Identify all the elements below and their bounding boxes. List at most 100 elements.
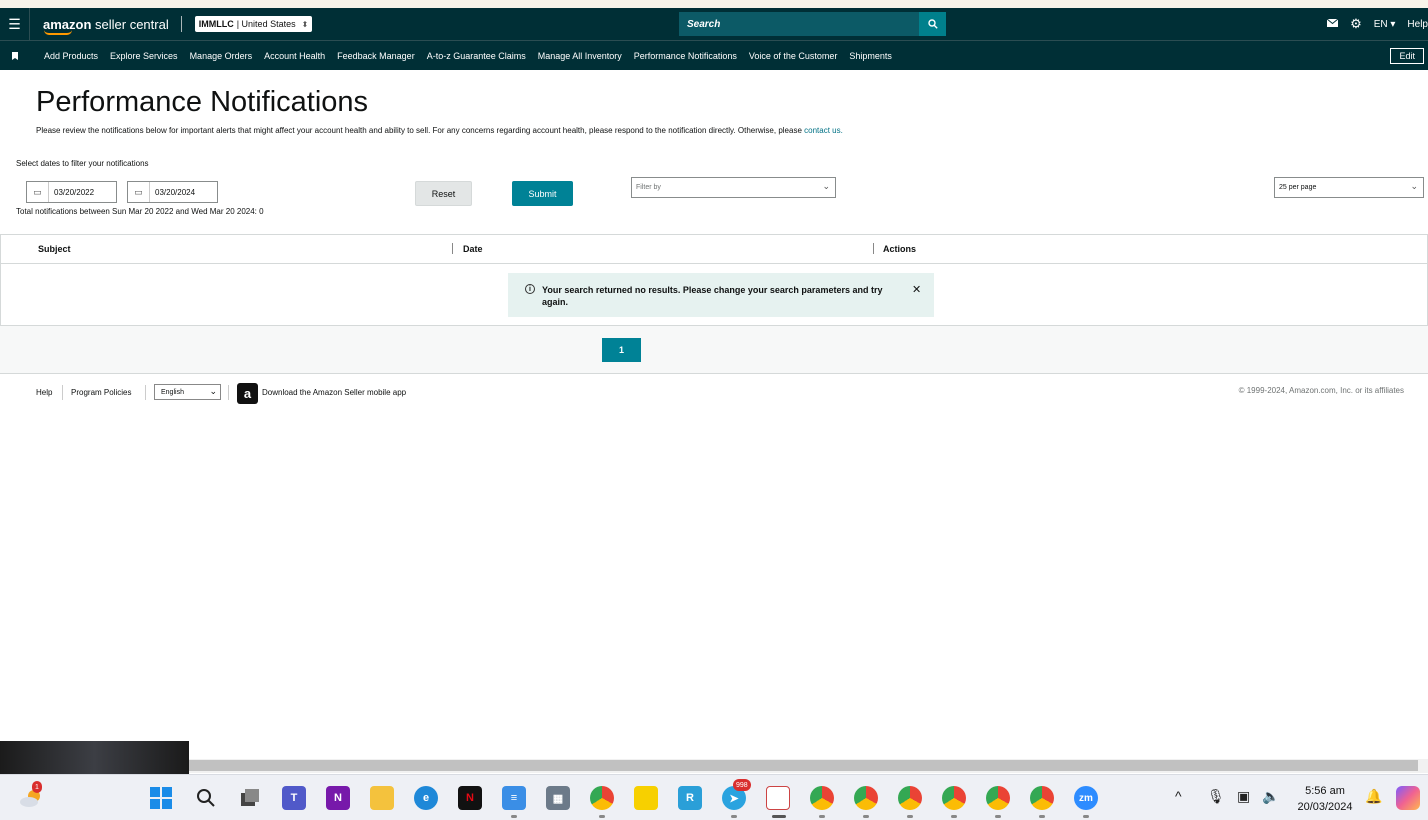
language-selector[interactable]: EN ▾ [1374, 19, 1396, 30]
pagination: 1 [0, 326, 1428, 374]
gear-icon[interactable]: ⚙ [1350, 16, 1362, 32]
page-button-current[interactable]: 1 [602, 338, 641, 362]
running-indicator [863, 815, 869, 818]
chrome-profile-icon[interactable] [810, 786, 834, 810]
horizontal-scrollbar[interactable] [189, 759, 1428, 773]
nav-voice-of-customer[interactable]: Voice of the Customer [749, 51, 838, 61]
account-switcher[interactable]: IMMLLC | United States ⬍ [194, 16, 313, 32]
reset-button[interactable]: Reset [415, 181, 472, 206]
chevron-up-icon[interactable]: ^ [1175, 788, 1182, 804]
app-r-icon[interactable]: R [678, 786, 702, 810]
windows-taskbar: 1 T N e N ≡ ▦ R ➤ 998 zm ^ 🎙 ▣ 🔈 5:56 am… [0, 774, 1428, 820]
bookmark-icon[interactable] [0, 51, 30, 60]
footer-app-link[interactable]: Download the Amazon Seller mobile app [262, 388, 406, 397]
help-link[interactable]: Help [1407, 19, 1428, 30]
filter-by-select[interactable]: Filter by ⌄ [631, 177, 836, 198]
submit-button[interactable]: Submit [512, 181, 573, 206]
notifications-icon[interactable]: 🔔 [1365, 788, 1382, 805]
running-indicator [731, 815, 737, 818]
contact-us-link[interactable]: contact us. [804, 126, 843, 135]
close-icon[interactable]: ✕ [912, 283, 921, 296]
sticky-notes-icon[interactable] [634, 786, 658, 810]
date-to-field[interactable]: ▭ 03/20/2024 [127, 181, 218, 203]
footer-policies-link[interactable]: Program Policies [71, 388, 131, 397]
netflix-icon[interactable]: N [458, 786, 482, 810]
date-to-value: 03/20/2024 [155, 187, 196, 197]
chrome-profile-icon[interactable] [898, 786, 922, 810]
nav-feedback-manager[interactable]: Feedback Manager [337, 51, 415, 61]
weather-badge: 1 [32, 781, 42, 793]
search-icon[interactable] [194, 786, 218, 810]
account-region: | United States [236, 19, 296, 29]
windows-start-icon[interactable] [149, 786, 173, 810]
mail-icon[interactable] [1326, 18, 1339, 30]
system-clock[interactable]: 5:56 am 20/03/2024 [1292, 783, 1358, 815]
calendar-icon[interactable]: ▭ [128, 182, 150, 202]
edge-icon[interactable]: e [414, 786, 438, 810]
search-icon [927, 19, 938, 29]
chrome-icon[interactable] [590, 786, 614, 810]
volume-icon[interactable]: 🔈 [1262, 788, 1279, 805]
logo-seller-central-text: seller central [91, 16, 169, 32]
chrome-profile-icon[interactable] [942, 786, 966, 810]
chrome-profile-icon[interactable] [854, 786, 878, 810]
chrome-profile-icon[interactable] [1030, 786, 1054, 810]
snipping-tool-icon[interactable] [766, 786, 790, 810]
microphone-icon[interactable]: 🎙 [1207, 788, 1225, 805]
calculator-icon[interactable]: ▦ [546, 786, 570, 810]
footer-language-value: English [161, 388, 184, 396]
running-indicator [1083, 815, 1089, 818]
network-icon[interactable]: ▣ [1237, 788, 1250, 805]
nav-atoz-claims[interactable]: A-to-z Guarantee Claims [427, 51, 526, 61]
nav-manage-inventory[interactable]: Manage All Inventory [538, 51, 622, 61]
clock-date: 20/03/2024 [1297, 801, 1353, 813]
running-indicator [599, 815, 605, 818]
notepad-icon[interactable]: ≡ [502, 786, 526, 810]
footer-divider [228, 385, 229, 400]
column-date[interactable]: Date [463, 244, 483, 254]
nav-explore-services[interactable]: Explore Services [110, 51, 178, 61]
amazon-app-icon[interactable]: a [237, 383, 258, 404]
seller-central-logo[interactable]: amazon seller central [43, 16, 169, 35]
column-divider [452, 243, 453, 254]
blurred-thumbnail [0, 741, 189, 774]
edit-nav-button[interactable]: Edit [1390, 48, 1424, 64]
column-subject[interactable]: Subject [38, 244, 71, 254]
browser-top-strip [0, 0, 1428, 8]
footer-help-link[interactable]: Help [36, 388, 52, 397]
column-actions: Actions [883, 244, 917, 254]
file-explorer-icon[interactable] [370, 786, 394, 810]
nav-performance-notifications[interactable]: Performance Notifications [634, 51, 737, 61]
page-title: Performance Notifications [36, 86, 369, 118]
footer: Help Program Policies English ⌄ a Downlo… [0, 382, 1428, 404]
teams-icon[interactable]: T [282, 786, 306, 810]
calendar-icon[interactable]: ▭ [27, 182, 49, 202]
nav-shipments[interactable]: Shipments [849, 51, 892, 61]
no-results-message: Your search returned no results. Please … [542, 285, 883, 307]
date-from-field[interactable]: ▭ 03/20/2022 [26, 181, 117, 203]
chevron-down-icon: ⌄ [822, 181, 830, 191]
task-view-icon[interactable] [238, 786, 262, 810]
running-indicator [995, 815, 1001, 818]
footer-copyright: © 1999-2024, Amazon.com, Inc. or its aff… [1238, 386, 1404, 395]
menu-icon[interactable]: ☰ [0, 8, 30, 40]
scrollbar-thumb[interactable] [189, 760, 1418, 771]
nav-manage-orders[interactable]: Manage Orders [190, 51, 253, 61]
nav-account-health[interactable]: Account Health [264, 51, 325, 61]
no-results-alert: i Your search returned no results. Pleas… [508, 273, 934, 317]
telegram-badge: 998 [733, 779, 751, 791]
page-description: Please review the notifications below fo… [36, 126, 843, 135]
chrome-profile-icon[interactable] [986, 786, 1010, 810]
total-notifications-text: Total notifications between Sun Mar 20 2… [16, 207, 264, 216]
search-input[interactable] [679, 12, 919, 36]
running-indicator [1039, 815, 1045, 818]
nav-add-products[interactable]: Add Products [44, 51, 98, 61]
per-page-select[interactable]: 25 per page ⌄ [1274, 177, 1424, 198]
onenote-icon[interactable]: N [326, 786, 350, 810]
search-button[interactable] [919, 12, 946, 36]
zoom-icon[interactable]: zm [1074, 786, 1098, 810]
description-text: Please review the notifications below fo… [36, 126, 805, 135]
footer-language-select[interactable]: English ⌄ [154, 384, 221, 400]
copilot-icon[interactable] [1396, 786, 1420, 810]
updown-icon: ⬍ [301, 19, 309, 29]
